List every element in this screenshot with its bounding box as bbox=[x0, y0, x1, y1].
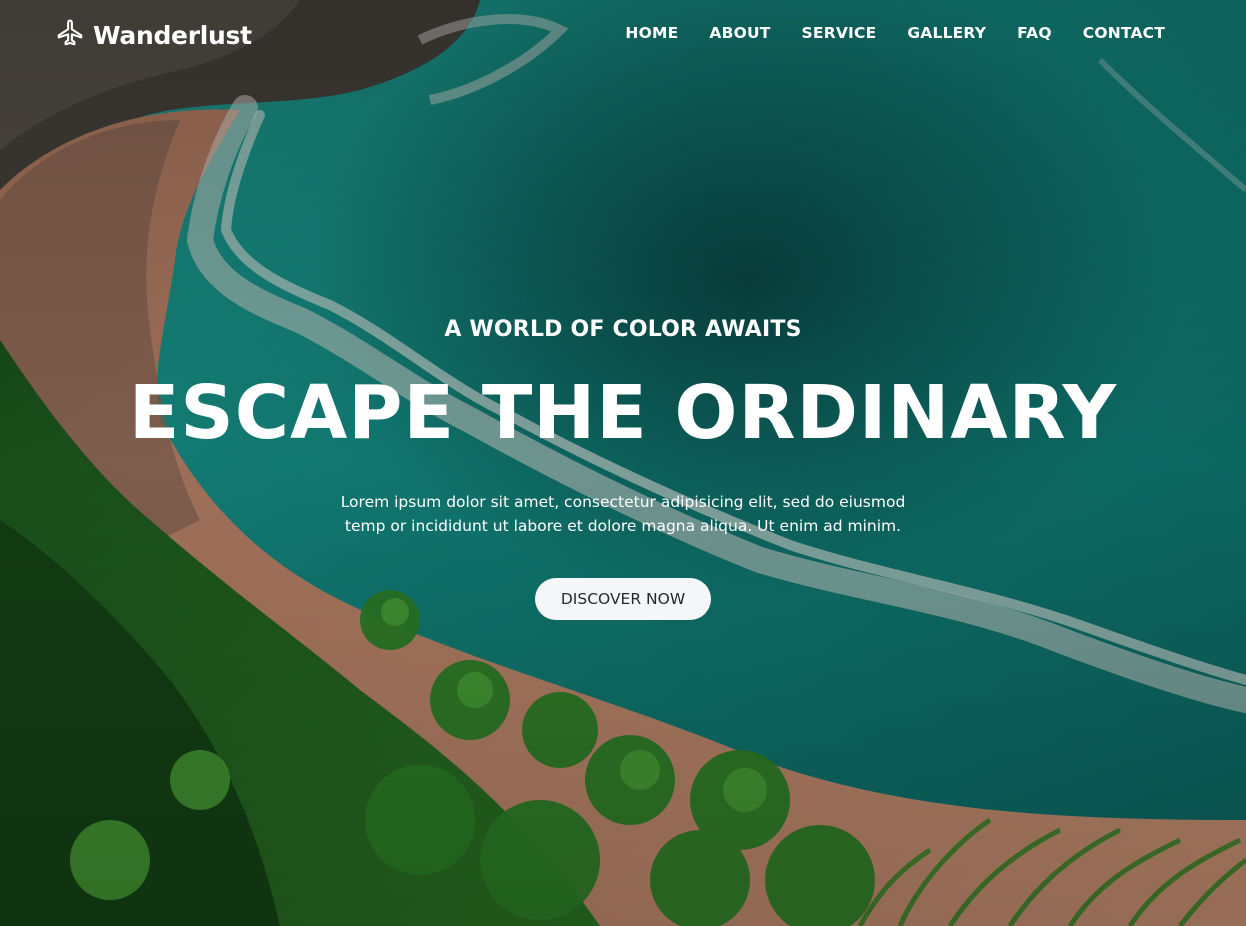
nav-item-faq: FAQ bbox=[1017, 24, 1052, 43]
nav-item-about: ABOUT bbox=[709, 24, 770, 43]
hero-section: A WORLD OF COLOR AWAITS ESCAPE THE ORDIN… bbox=[0, 317, 1246, 620]
brand-name: Wanderlust bbox=[93, 21, 252, 50]
nav-link-gallery[interactable]: GALLERY bbox=[907, 24, 986, 42]
nav-link-about[interactable]: ABOUT bbox=[709, 24, 770, 42]
nav-item-service: SERVICE bbox=[802, 24, 877, 43]
nav-item-contact: CONTACT bbox=[1083, 24, 1165, 43]
main-nav: HOME ABOUT SERVICE GALLERY FAQ CONTACT bbox=[625, 24, 1165, 43]
hero-lede: Lorem ipsum dolor sit amet, consectetur … bbox=[340, 493, 906, 535]
nav-item-gallery: GALLERY bbox=[907, 24, 986, 43]
hero-headline: ESCAPE THE ORDINARY bbox=[128, 370, 1118, 456]
top-navbar: Wanderlust HOME ABOUT SERVICE GALLERY FA… bbox=[0, 0, 1246, 70]
nav-link-service[interactable]: SERVICE bbox=[802, 24, 877, 42]
hero-eyebrow: A WORLD OF COLOR AWAITS bbox=[444, 317, 802, 342]
nav-link-faq[interactable]: FAQ bbox=[1017, 24, 1052, 42]
brand-logo-link[interactable]: Wanderlust bbox=[55, 18, 252, 53]
nav-item-home: HOME bbox=[625, 24, 678, 43]
nav-link-contact[interactable]: CONTACT bbox=[1083, 24, 1165, 42]
airplane-icon bbox=[55, 18, 85, 53]
discover-now-button[interactable]: DISCOVER NOW bbox=[534, 578, 712, 620]
nav-link-home[interactable]: HOME bbox=[625, 24, 678, 42]
